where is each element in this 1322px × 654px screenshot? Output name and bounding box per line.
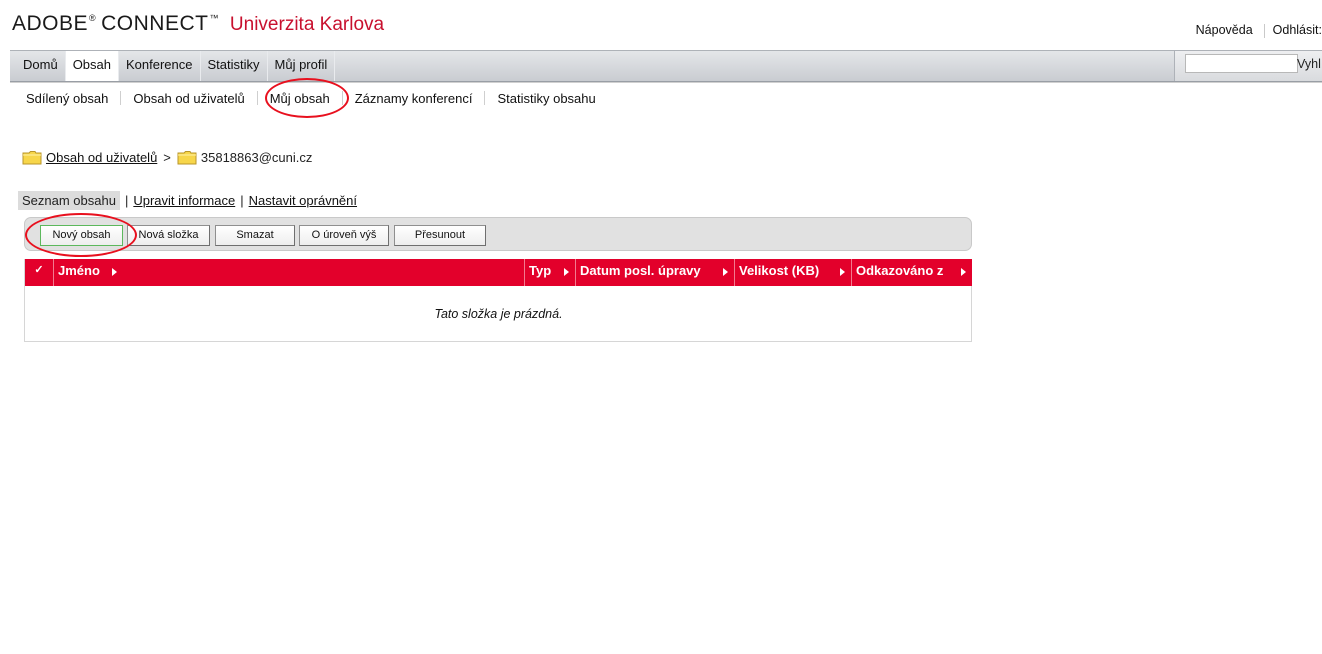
breadcrumb: Obsah od uživatelů > 35818863@cuni.cz [22, 148, 312, 166]
content-tabs-divider: | [124, 192, 129, 208]
sort-arrow-icon [723, 268, 728, 276]
sub-navigation: Sdílený obsah Obsah od uživatelů Můj obs… [14, 89, 608, 107]
tab-reports[interactable]: Statistiky [201, 51, 268, 81]
brand-university: Univerzita Karlova [229, 14, 385, 35]
column-referenced-from[interactable]: Odkazováno z [852, 259, 972, 286]
subnav-meeting-recordings[interactable]: Záznamy konferencí [343, 91, 485, 106]
top-links-divider [1263, 23, 1265, 38]
sort-arrow-icon [564, 268, 569, 276]
brand-adobe: ADOBE [12, 12, 89, 35]
edit-info-link[interactable]: Upravit informace [133, 193, 235, 208]
table-header: ✓ Jméno Typ Datum posl. úpravy Velikost … [25, 259, 972, 286]
column-size[interactable]: Velikost (KB) [735, 259, 852, 286]
logout-link[interactable]: Odhlásit: [1273, 23, 1322, 37]
subnav-content-reports[interactable]: Statistiky obsahu [485, 91, 607, 106]
column-type-label: Typ [529, 263, 552, 278]
delete-button[interactable]: Smazat [215, 225, 295, 246]
folder-icon [177, 150, 197, 164]
sort-arrow-icon [840, 268, 845, 276]
new-folder-button[interactable]: Nová složka [127, 225, 210, 246]
content-table: ✓ Jméno Typ Datum posl. úpravy Velikost … [24, 259, 972, 342]
breadcrumb-parent-link[interactable]: Obsah od uživatelů [46, 150, 157, 165]
column-referenced-label: Odkazováno z [856, 263, 944, 278]
tab-content-list[interactable]: Seznam obsahu [18, 190, 120, 210]
brand-connect: CONNECT [101, 12, 209, 35]
column-date-modified[interactable]: Datum posl. úpravy [576, 259, 735, 286]
column-type[interactable]: Typ [525, 259, 576, 286]
trademark-mark: ™ [209, 13, 219, 23]
main-navbar: Domů Obsah Konference Statistiky Můj pro… [10, 50, 1322, 82]
move-button[interactable]: Přesunout [394, 225, 486, 246]
subnav-my-content[interactable]: Můj obsah [258, 91, 342, 106]
subnav-user-content[interactable]: Obsah od uživatelů [121, 91, 256, 106]
set-permissions-link[interactable]: Nastavit oprávnění [249, 193, 357, 208]
help-link[interactable]: Nápověda [1196, 23, 1253, 37]
tab-content[interactable]: Obsah [65, 51, 119, 81]
search-input[interactable] [1185, 54, 1298, 73]
folder-icon [22, 150, 42, 164]
tab-home[interactable]: Domů [10, 51, 66, 81]
registered-mark: ® [89, 13, 96, 23]
column-name-label: Jméno [58, 263, 100, 278]
sort-arrow-icon [961, 268, 966, 276]
column-name[interactable]: Jméno [54, 259, 525, 286]
search-area: Vyhl [1174, 51, 1322, 81]
select-all-checkbox[interactable]: ✓ [25, 259, 54, 286]
top-links: Nápověda Odhlásit: [1196, 23, 1322, 38]
column-date-label: Datum posl. úpravy [580, 263, 701, 278]
column-size-label: Velikost (KB) [739, 263, 820, 278]
new-content-button[interactable]: Nový obsah [40, 225, 123, 246]
breadcrumb-separator: > [163, 149, 171, 165]
tab-meetings[interactable]: Konference [119, 51, 201, 81]
brand-logo: ADOBE® CONNECT™ Univerzita Karlova [12, 12, 384, 38]
subnav-shared-content[interactable]: Sdílený obsah [14, 91, 120, 106]
tab-my-profile[interactable]: Můj profil [268, 51, 336, 81]
content-toolbar: Nový obsah Nová složka Smazat O úroveň v… [24, 217, 972, 251]
nav-tabs: Domů Obsah Konference Statistiky Můj pro… [10, 51, 336, 81]
up-one-level-button[interactable]: O úroveň výš [299, 225, 389, 246]
content-tabs: Seznam obsahu | Upravit informace | Nast… [18, 190, 357, 210]
search-button[interactable]: Vyhl [1297, 57, 1321, 71]
check-icon: ✓ [34, 264, 44, 276]
content-tabs-divider: | [240, 192, 244, 208]
empty-folder-message: Tato složka je prázdná. [434, 307, 563, 321]
sort-arrow-icon [112, 268, 117, 276]
breadcrumb-current: 35818863@cuni.cz [200, 149, 313, 165]
